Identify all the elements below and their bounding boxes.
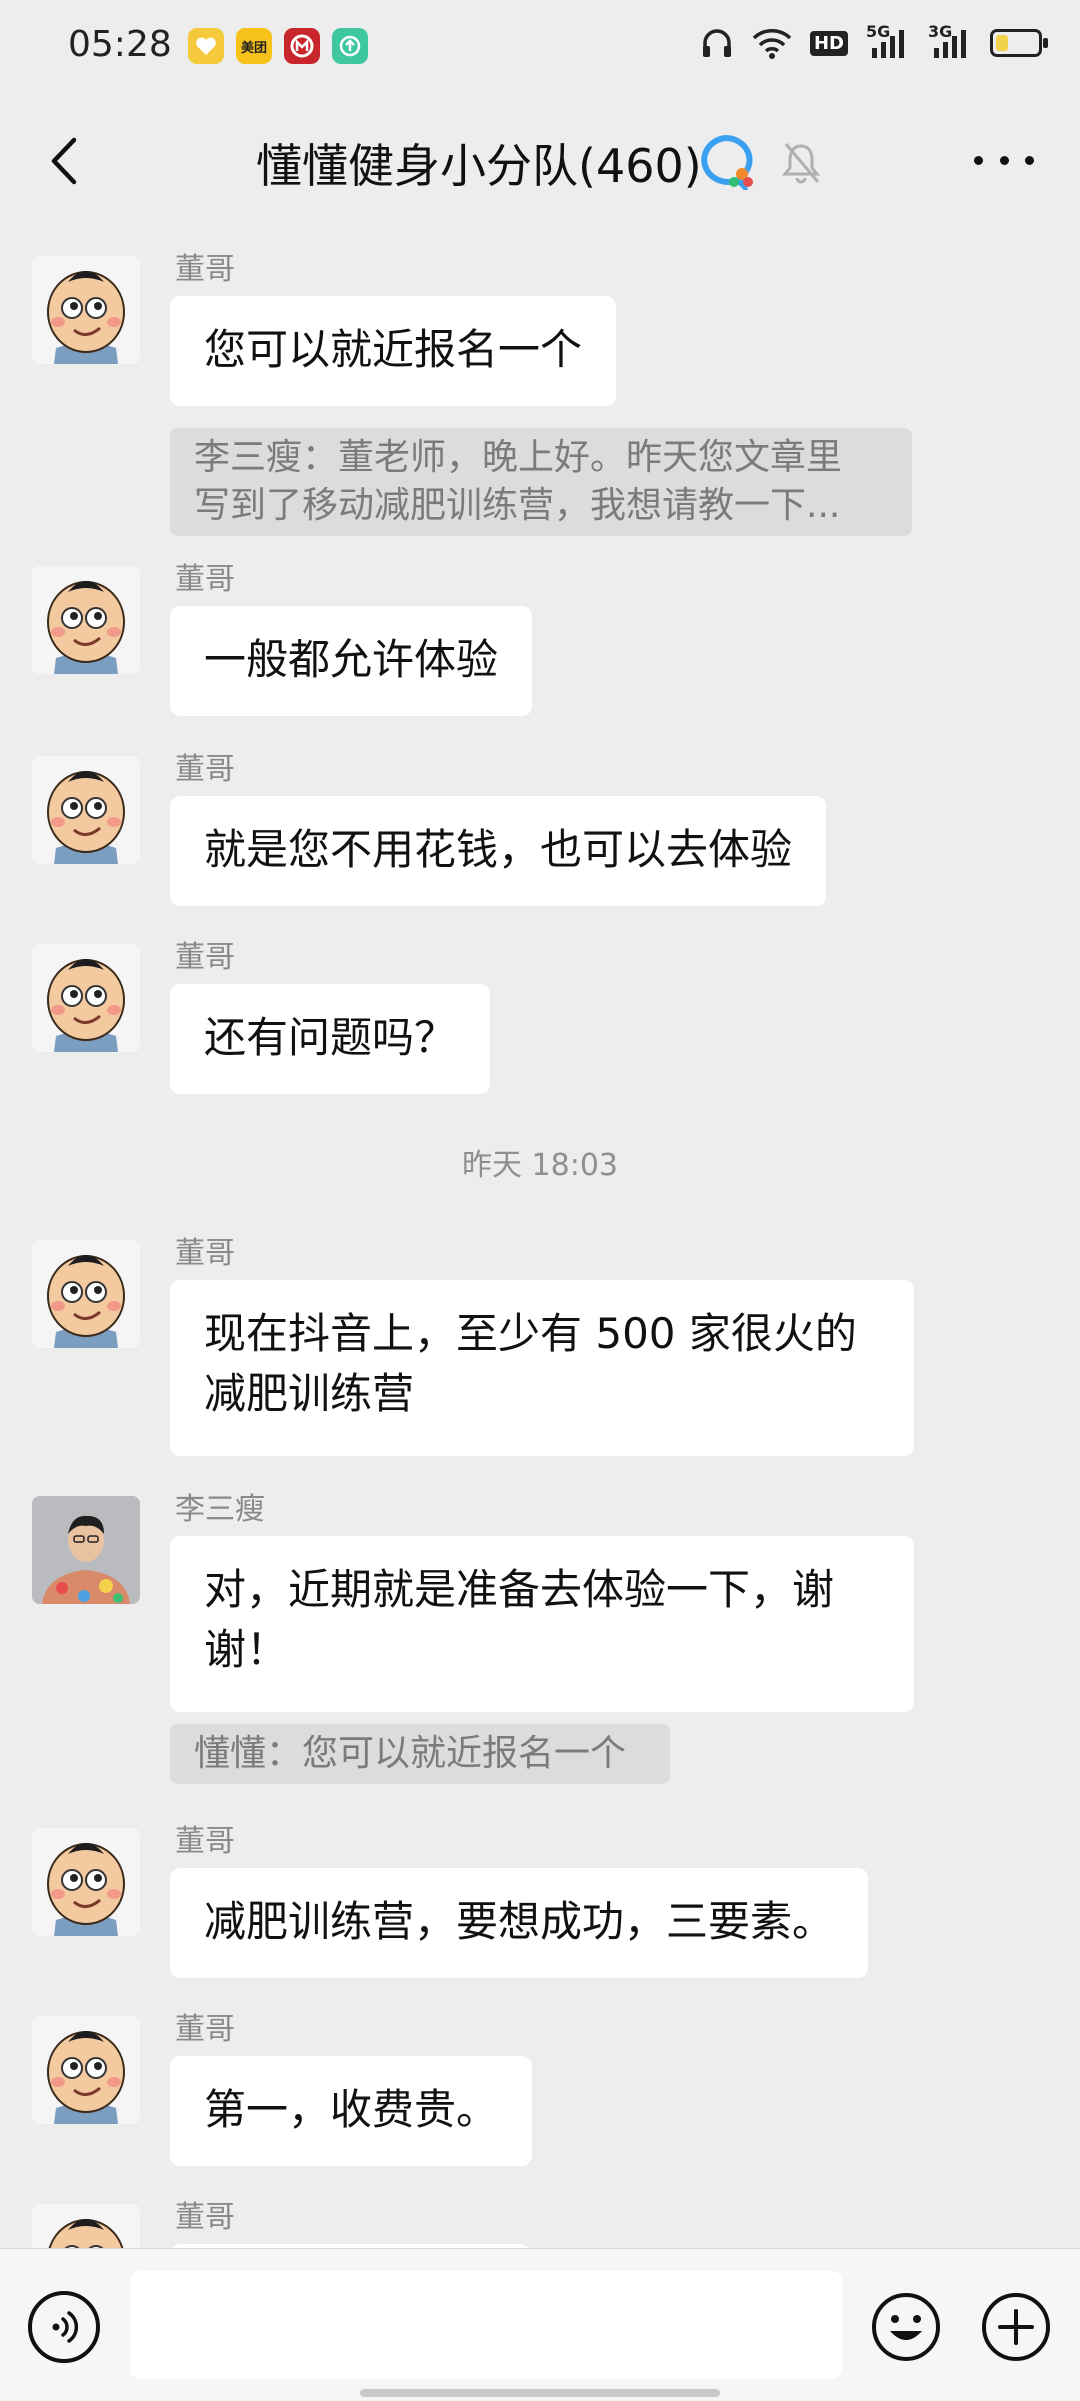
sender-name: 李三瘦 bbox=[175, 1492, 265, 1527]
avatar[interactable] bbox=[32, 2204, 140, 2248]
sender-name: 董哥 bbox=[175, 752, 235, 787]
message-line: 减肥训练营 bbox=[204, 1369, 415, 1418]
avatar[interactable] bbox=[32, 566, 140, 674]
message-line: 对，近期就是准备去体验一下，谢 bbox=[204, 1565, 835, 1614]
cartoon-baby-avatar-icon bbox=[32, 944, 140, 1052]
message-line: 现在抖音上，至少有 500 家很火的 bbox=[204, 1309, 857, 1358]
mute-bell-icon[interactable] bbox=[780, 140, 822, 186]
timestamp-separator: 昨天 18:03 bbox=[462, 1148, 618, 1183]
message-line: 谢！ bbox=[204, 1625, 289, 1674]
sender-name: 董哥 bbox=[175, 940, 235, 975]
signal-3g-icon: 3G bbox=[928, 22, 972, 60]
home-indicator[interactable] bbox=[360, 2389, 720, 2397]
avatar[interactable] bbox=[32, 944, 140, 1052]
member-count: (460) bbox=[578, 139, 702, 193]
sender-name: 董哥 bbox=[175, 1236, 235, 1271]
dot-icon bbox=[999, 155, 1009, 165]
signal-5g-icon: 5G bbox=[866, 22, 910, 60]
message-item: 李三瘦 对，近期就是准备去体验一下，谢 谢！ 懂懂：您可以就近报名一个 bbox=[0, 1484, 1080, 1804]
meituan-app-icon: 美团 bbox=[236, 28, 272, 64]
message-bubble[interactable]: 就是您不用花钱，也可以去体验 bbox=[170, 796, 827, 906]
group-title[interactable]: 懂懂健身小分队(460) bbox=[256, 130, 702, 196]
sender-name: 董哥 bbox=[175, 2012, 235, 2047]
upload-app-icon bbox=[332, 28, 368, 64]
sender-name: 董哥 bbox=[175, 252, 235, 287]
cartoon-baby-avatar-icon bbox=[32, 256, 140, 364]
quote-line: 懂懂：您可以就近报名一个 bbox=[194, 1733, 627, 1774]
avatar[interactable] bbox=[32, 756, 140, 864]
chat-header: 懂懂健身小分队(460) bbox=[0, 96, 1080, 228]
message-bubble[interactable]: 现在抖音上，至少有 500 家很火的 减肥训练营 bbox=[170, 1280, 914, 1456]
notification-icons: 美团 bbox=[188, 28, 368, 64]
chevron-left-icon bbox=[51, 137, 77, 185]
man-photo-avatar-icon bbox=[32, 1496, 140, 1604]
cartoon-baby-avatar-icon bbox=[32, 2016, 140, 2124]
message-bubble[interactable]: 第一，收费贵。 bbox=[170, 2056, 533, 2166]
cartoon-baby-avatar-icon bbox=[32, 1828, 140, 1936]
dot-icon bbox=[974, 155, 983, 165]
heart-app-icon bbox=[188, 28, 224, 64]
wifi-icon bbox=[752, 29, 792, 59]
cartoon-baby-avatar-icon bbox=[32, 1240, 140, 1348]
sender-name: 董哥 bbox=[175, 2200, 235, 2235]
message-item: 董哥 您可以就近报名一个 李三瘦：董老师，晚上好。昨天您文章里 写到了移动减肥训… bbox=[0, 244, 1080, 536]
headphones-icon bbox=[702, 29, 731, 57]
input-bar bbox=[0, 2248, 1080, 2401]
message-bubble[interactable]: 还有问题吗？ bbox=[170, 984, 491, 1094]
group-name: 懂懂健身小分队 bbox=[256, 139, 578, 193]
voice-wave-icon bbox=[52, 2311, 79, 2343]
battery-icon bbox=[990, 29, 1048, 57]
message-item: 董哥 一般都允许体验 bbox=[0, 554, 1080, 724]
back-button[interactable] bbox=[30, 126, 100, 196]
sender-name: 董哥 bbox=[175, 562, 235, 597]
message-item: 董哥 bbox=[0, 2192, 1080, 2248]
hd-badge: HD bbox=[809, 30, 848, 56]
avatar[interactable] bbox=[32, 2016, 140, 2124]
message-item: 董哥 第一，收费贵。 bbox=[0, 2004, 1080, 2174]
voice-input-button[interactable] bbox=[28, 2291, 100, 2363]
message-list[interactable]: 董哥 您可以就近报名一个 李三瘦：董老师，晚上好。昨天您文章里 写到了移动减肥训… bbox=[0, 228, 1080, 2248]
more-options-button[interactable] bbox=[974, 138, 1034, 182]
quoted-reply[interactable]: 懂懂：您可以就近报名一个 bbox=[170, 1724, 670, 1784]
quoted-reply[interactable]: 李三瘦：董老师，晚上好。昨天您文章里 写到了移动减肥训练营，我想请教一下... bbox=[170, 428, 912, 536]
quote-line: 写到了移动减肥训练营，我想请教一下... bbox=[194, 485, 841, 526]
sender-name: 董哥 bbox=[175, 1824, 235, 1859]
system-status-icons: HD 5G 3G bbox=[700, 22, 1048, 60]
status-time: 05:28 bbox=[68, 24, 172, 65]
cartoon-baby-avatar-icon bbox=[32, 566, 140, 674]
message-item: 董哥 减肥训练营，要想成功，三要素。 bbox=[0, 1816, 1080, 1986]
message-bubble[interactable]: 您可以就近报名一个 bbox=[170, 296, 617, 406]
avatar[interactable] bbox=[32, 1828, 140, 1936]
message-bubble[interactable]: 减肥训练营，要想成功，三要素。 bbox=[170, 1868, 869, 1978]
dot-icon bbox=[1025, 155, 1034, 165]
message-item: 董哥 现在抖音上，至少有 500 家很火的 减肥训练营 bbox=[0, 1228, 1080, 1468]
status-bar: 05:28 美团 HD 5G 3G bbox=[0, 0, 1080, 96]
message-item: 董哥 还有问题吗？ bbox=[0, 932, 1080, 1102]
avatar[interactable] bbox=[32, 256, 140, 364]
message-bubble[interactable]: 一般都允许体验 bbox=[170, 606, 533, 716]
avatar[interactable] bbox=[32, 1240, 140, 1348]
message-bubble[interactable]: 对，近期就是准备去体验一下，谢 谢！ bbox=[170, 1536, 914, 1712]
emoji-button[interactable] bbox=[870, 2291, 942, 2363]
smiley-icon bbox=[872, 2293, 940, 2361]
avatar[interactable] bbox=[32, 1496, 140, 1604]
qq-group-badge-icon[interactable] bbox=[698, 134, 758, 196]
battery-level bbox=[996, 35, 1008, 51]
more-actions-button[interactable] bbox=[980, 2291, 1052, 2363]
quote-line: 李三瘦：董老师，晚上好。昨天您文章里 bbox=[194, 437, 843, 478]
bank-app-icon bbox=[284, 28, 320, 64]
message-item: 董哥 就是您不用花钱，也可以去体验 bbox=[0, 744, 1080, 914]
cartoon-baby-avatar-icon bbox=[32, 2204, 140, 2248]
cartoon-baby-avatar-icon bbox=[32, 756, 140, 864]
plus-circle-icon bbox=[982, 2293, 1050, 2361]
message-input[interactable] bbox=[130, 2271, 842, 2379]
